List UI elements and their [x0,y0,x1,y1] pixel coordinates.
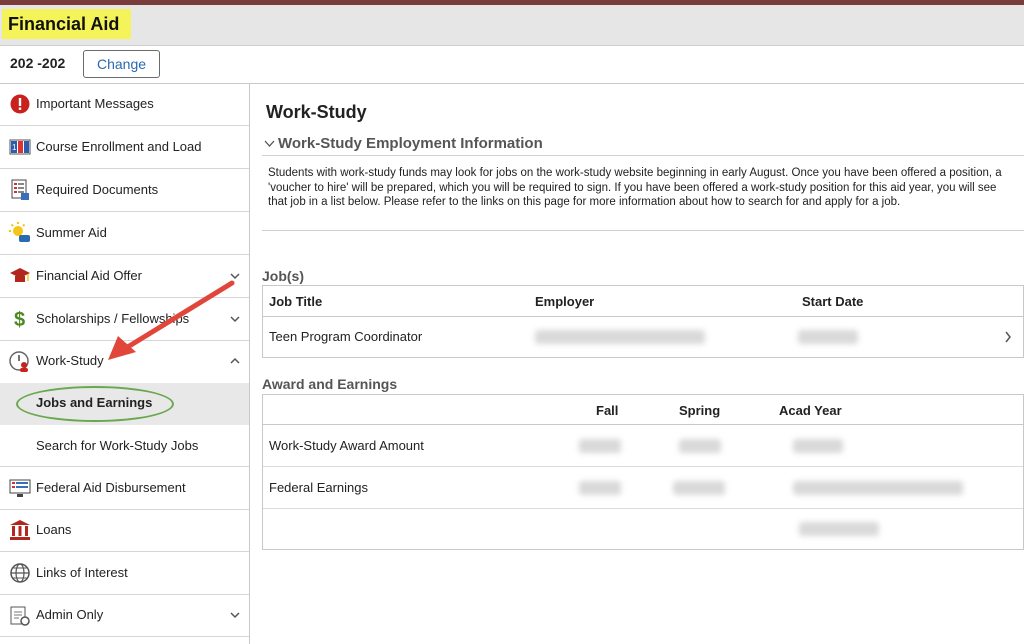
documents-icon [9,179,31,201]
sidebar-item-label: Important Messages [36,96,154,111]
table-row: Federal Earnings [263,467,1023,509]
column-header: Employer [535,294,595,309]
sidebar-item-label: Links of Interest [36,565,128,580]
sun-icon [9,222,31,244]
column-header: Acad Year [779,403,842,418]
redacted-fall-amount [579,439,621,453]
sidebar-item-admin-only[interactable]: Admin Only [0,595,249,637]
jobs-grid-header: Job Title Employer Start Date [263,286,1023,317]
redacted-spring-amount [679,439,721,453]
section-title: Work-Study Employment Information [278,135,543,152]
sidebar-subitem-label: Search for Work-Study Jobs [36,438,199,453]
table-row-total [263,509,1023,549]
column-header: Spring [679,403,721,418]
table-row[interactable]: Teen Program Coordinator [263,317,1023,357]
admin-icon [9,605,31,627]
page-title: Work-Study [266,102,367,122]
column-header: Fall [596,403,619,418]
enrollment-icon: 1 [9,136,31,158]
sidebar-item-important-messages[interactable]: Important Messages [0,84,249,126]
sidebar-item-label: Admin Only [36,607,104,622]
column-header: Start Date [802,294,864,309]
redacted-start-date [798,330,858,344]
graduation-cap-icon [9,265,31,287]
awards-grid: Fall Spring Acad Year Work-Study Award A… [262,394,1024,550]
svg-text:$: $ [14,309,25,330]
sidebar-item-scholarships[interactable]: $ Scholarships / Fellowships [0,298,249,341]
sidebar-item-course-enrollment[interactable]: 1 Course Enrollment and Load [0,126,249,169]
chevron-right-icon[interactable] [1004,331,1012,343]
section-header-employment-info[interactable]: Work-Study Employment Information [262,134,1024,156]
sidebar-item-financial-aid-offer[interactable]: Financial Aid Offer [0,255,249,298]
awards-grid-header: Fall Spring Acad Year [263,395,1023,425]
column-header: Job Title [269,294,323,309]
chevron-up-icon[interactable] [229,355,241,367]
row-label: Work-Study Award Amount [269,438,424,453]
sidebar-item-required-documents[interactable]: Required Documents [0,169,249,212]
sidebar-item-label: Course Enrollment and Load [36,139,202,154]
awards-grid-title: Award and Earnings [262,376,398,392]
work-study-icon [9,351,31,373]
row-label: Federal Earnings [269,480,368,495]
sidebar-subitem-search-jobs[interactable]: Search for Work-Study Jobs [0,425,249,467]
redacted-year-amount [793,439,843,453]
jobs-grid-title: Job(s) [262,268,304,284]
sidebar-item-label: Summer Aid [36,225,107,240]
chevron-down-icon [264,140,275,147]
page-header: Financial Aid [0,5,1024,46]
main-content: Work-Study Work-Study Employment Informa… [262,84,1024,644]
dollar-icon: $ [9,308,31,330]
aid-year-bar: 202 -202 Change [0,46,1024,84]
info-paragraph: Students with work-study funds may look … [268,167,1002,208]
sidebar-item-label: Loans [36,522,72,537]
sidebar-subitem-jobs-and-earnings[interactable]: Jobs and Earnings [0,383,249,425]
page-header-title: Financial Aid [2,9,132,39]
sidebar-item-summer-aid[interactable]: Summer Aid [0,212,249,255]
sidebar-item-label: Work-Study [36,353,104,368]
aid-year-label: 202 -202 [10,55,66,71]
sidebar-item-label: Scholarships / Fellowships [36,311,190,326]
bank-icon [9,519,31,541]
job-title-cell: Teen Program Coordinator [269,329,423,344]
svg-text:1: 1 [12,143,17,152]
sidebar-item-label: Financial Aid Offer [36,268,142,283]
jobs-grid: Job Title Employer Start Date Teen Progr… [262,285,1024,358]
globe-icon [9,562,31,584]
sidebar-nav: Important Messages 1 Course Enrollment a… [0,84,250,644]
table-row: Work-Study Award Amount [263,425,1023,467]
disbursement-icon [9,477,31,499]
redacted-fall-amount [579,481,621,495]
chevron-down-icon[interactable] [229,270,241,282]
change-year-button[interactable]: Change [83,50,160,78]
redacted-total-amount [799,522,879,536]
sidebar-item-label: Required Documents [36,182,159,197]
sidebar-item-links-of-interest[interactable]: Links of Interest [0,552,249,595]
sidebar-item-work-study[interactable]: Work-Study [0,341,249,383]
chevron-down-icon[interactable] [229,313,241,325]
sidebar-item-label: Federal Aid Disbursement [36,480,186,495]
chevron-down-icon[interactable] [229,609,241,621]
redacted-year-amount [793,481,963,495]
sidebar-item-federal-aid-disbursement[interactable]: Federal Aid Disbursement [0,467,249,510]
annotation-ellipse [16,386,174,422]
alert-icon [9,93,31,115]
redacted-spring-amount [673,481,725,495]
sidebar-item-loans[interactable]: Loans [0,510,249,552]
redacted-employer [535,330,705,344]
divider [262,230,1024,231]
